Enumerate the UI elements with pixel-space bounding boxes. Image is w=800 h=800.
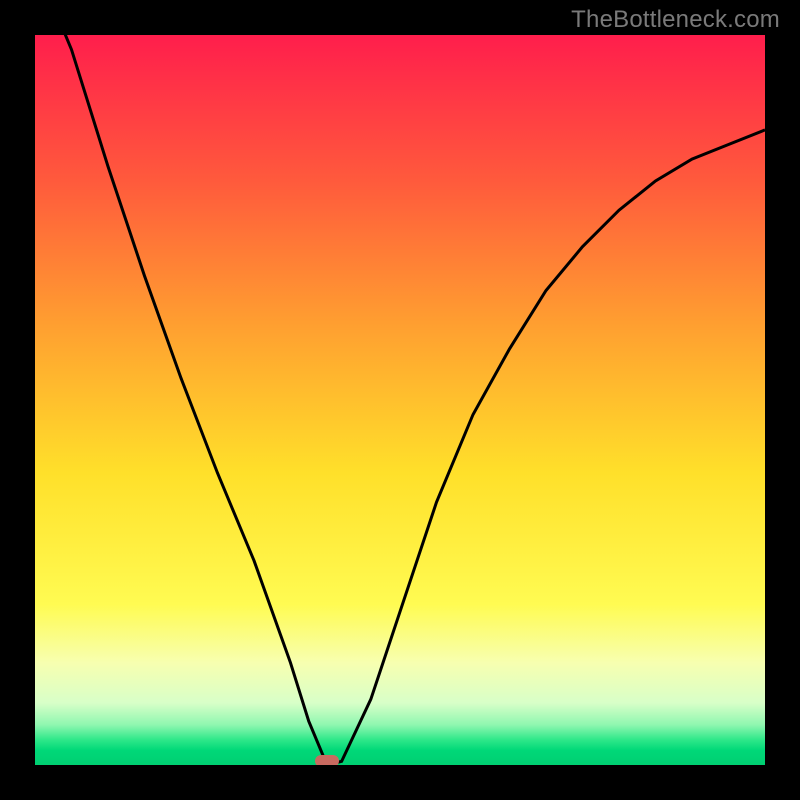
curve-path [35, 35, 765, 765]
bottleneck-curve [35, 35, 765, 765]
watermark-text: TheBottleneck.com [571, 6, 780, 34]
chart-frame: TheBottleneck.com [0, 0, 800, 800]
plot-area [35, 35, 765, 765]
minimum-marker [315, 755, 339, 765]
